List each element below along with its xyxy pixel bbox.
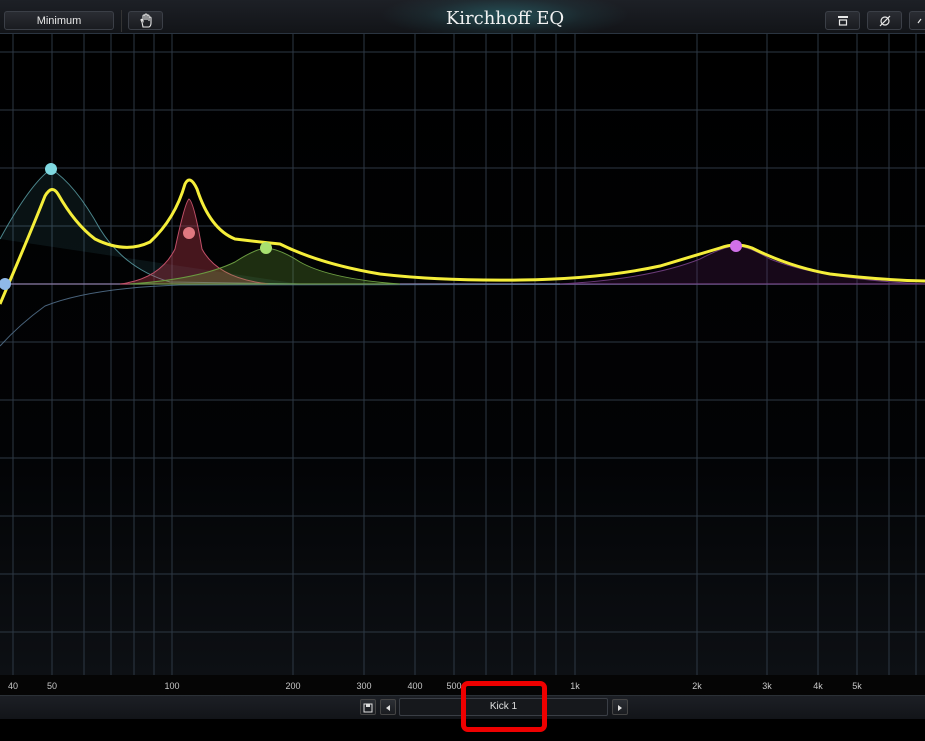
band-4-handle[interactable] bbox=[260, 242, 272, 254]
freq-tick: 300 bbox=[356, 681, 372, 691]
phase-invert-icon bbox=[879, 15, 890, 27]
toolbar-divider bbox=[121, 10, 122, 32]
freq-tick: 50 bbox=[46, 681, 58, 691]
freq-tick: 2k bbox=[692, 681, 702, 691]
freq-tick: 5k bbox=[852, 681, 862, 691]
triangle-left-icon bbox=[386, 705, 390, 711]
phase-mode-button[interactable]: Minimum bbox=[4, 11, 114, 30]
freq-tick: 1k bbox=[570, 681, 580, 691]
freq-tick: 4k bbox=[813, 681, 823, 691]
previous-preset-button[interactable] bbox=[380, 699, 396, 715]
hand-tool-button[interactable] bbox=[128, 11, 163, 30]
chevron-icon bbox=[917, 18, 922, 24]
hand-icon bbox=[139, 13, 152, 28]
phase-invert-button[interactable] bbox=[867, 11, 902, 30]
freq-tick: 100 bbox=[164, 681, 180, 691]
app-title: Kirchhoff EQ bbox=[445, 8, 565, 29]
freq-tick: 500 bbox=[446, 681, 462, 691]
band-2-handle[interactable] bbox=[45, 163, 57, 175]
triangle-right-icon bbox=[618, 705, 622, 711]
band-3-handle[interactable] bbox=[183, 227, 195, 239]
band-shape-button[interactable] bbox=[825, 11, 860, 30]
highlight-box bbox=[461, 681, 547, 732]
freq-tick: 200 bbox=[285, 681, 301, 691]
band-shape-icon bbox=[837, 16, 848, 26]
freq-tick: 400 bbox=[407, 681, 423, 691]
save-icon bbox=[363, 703, 373, 713]
eq-graph[interactable] bbox=[0, 34, 925, 675]
next-preset-button[interactable] bbox=[612, 699, 628, 715]
band-5-handle[interactable] bbox=[730, 240, 742, 252]
save-preset-button[interactable] bbox=[360, 699, 376, 715]
freq-tick: 3k bbox=[762, 681, 772, 691]
extra-menu-button[interactable] bbox=[909, 11, 925, 30]
freq-tick: 40 bbox=[7, 681, 19, 691]
